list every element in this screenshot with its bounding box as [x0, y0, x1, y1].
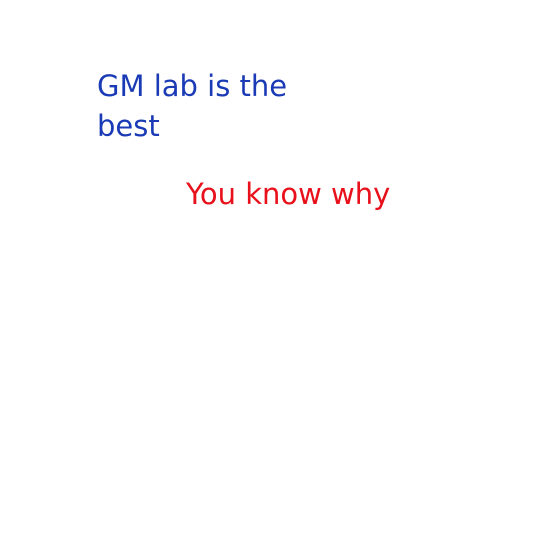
headline-line-1: GM lab is the: [97, 69, 288, 103]
subline-text: You know why: [186, 177, 391, 211]
headline-text: GM lab is the best: [97, 66, 287, 146]
headline-line-2: best: [97, 109, 160, 143]
